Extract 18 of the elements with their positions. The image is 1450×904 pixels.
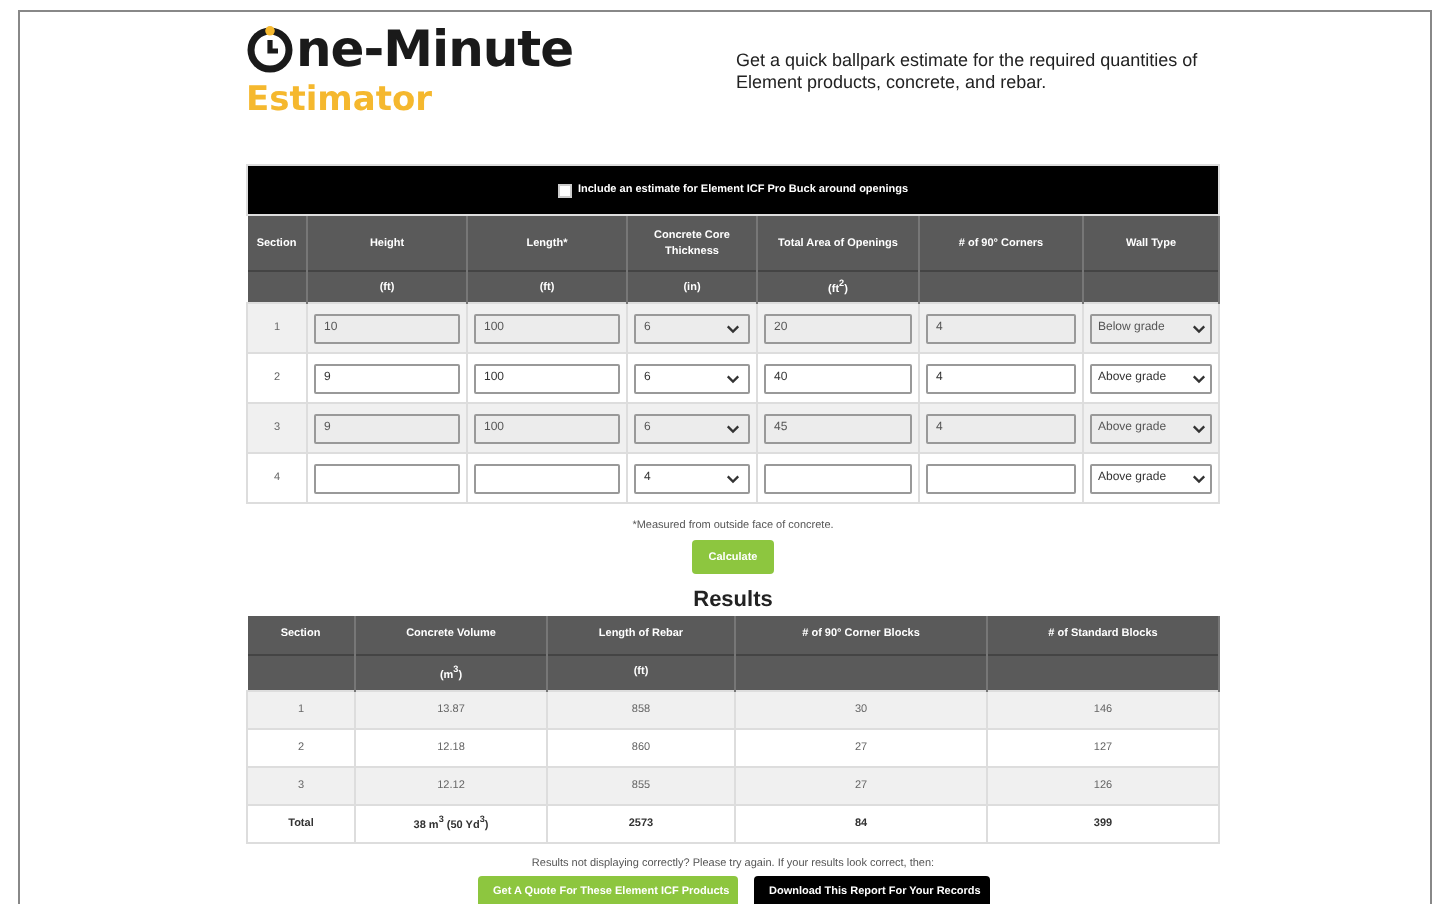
logo-title: ne-Minute xyxy=(296,22,574,78)
results-heading: Results xyxy=(691,588,775,612)
chevron-down-icon xyxy=(1192,473,1206,483)
chevron-down-icon xyxy=(726,323,740,333)
input-field[interactable] xyxy=(314,463,460,493)
chevron-down-icon xyxy=(1192,373,1206,383)
chevron-down-icon xyxy=(726,423,740,433)
chevron-down-icon xyxy=(726,373,740,383)
chevron-down-icon xyxy=(726,473,740,483)
clock-icon xyxy=(246,26,294,74)
logo-subtitle: Estimator xyxy=(246,80,435,120)
chevron-down-icon xyxy=(1192,323,1206,333)
input-field[interactable] xyxy=(474,463,620,493)
input-field[interactable] xyxy=(926,463,1076,493)
intro-text: Get a quick ballpark estimate for the required quantities of Element products, concrete, and rebar. xyxy=(736,50,1200,94)
chevron-down-icon xyxy=(1192,423,1206,433)
input-field[interactable] xyxy=(764,463,912,493)
checkbox[interactable] xyxy=(557,183,572,197)
